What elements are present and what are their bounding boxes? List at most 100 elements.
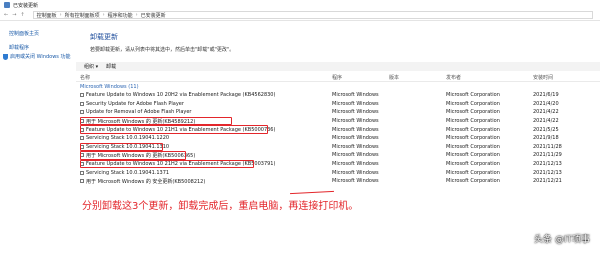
update-name-cell: 用于 Microsoft Windows 的 更新(KB4589212) xyxy=(76,118,332,125)
program-cell: Microsoft Windows xyxy=(332,118,379,125)
date-cell: 2021/4/22 xyxy=(533,118,559,125)
table-row[interactable]: 用于 Microsoft Windows 的 安全更新(KB5008212) Mi… xyxy=(76,177,600,186)
toolbar: 组织 ▾ 卸载 xyxy=(76,62,600,71)
update-name-text: Servicing Stack 10.0.19041.1310 xyxy=(86,143,170,150)
annotation-text: 分别卸载这3个更新，卸载完成后，重启电脑，再连接打印机。 xyxy=(82,201,359,212)
program-cell: Microsoft Windows xyxy=(332,161,379,168)
update-name-cell: Servicing Stack 10.0.19041.1220 xyxy=(76,135,332,141)
update-icon xyxy=(80,101,84,106)
table-row[interactable]: Servicing Stack 10.0.19041.1310 Microsoft… xyxy=(76,142,600,152)
organize-button[interactable]: 组织 ▾ xyxy=(84,63,98,70)
column-header-publisher[interactable]: 发布者 xyxy=(446,74,533,81)
publisher-cell: Microsoft Corporation xyxy=(446,92,500,99)
date-cell: 2021/12/13 xyxy=(533,161,562,168)
update-icon xyxy=(80,162,84,167)
date-cell: 2021/9/18 xyxy=(533,135,559,142)
program-cell: Microsoft Windows xyxy=(332,135,379,142)
update-icon xyxy=(80,119,84,124)
table-row[interactable]: Update for Removal of Adobe Flash Player… xyxy=(76,108,600,117)
sidebar-item-uninstall-program[interactable]: 卸载程序 xyxy=(9,44,29,51)
update-name-text: Feature Update to Windows 10 20H2 via En… xyxy=(86,92,276,99)
update-name-cell: Update for Removal of Adobe Flash Player xyxy=(76,109,332,115)
update-name-text: Security Update for Adobe Flash Player xyxy=(86,100,184,107)
table-row[interactable]: Feature Update to Windows 10 20H2 via En… xyxy=(76,91,600,100)
program-cell: Microsoft Windows xyxy=(332,100,379,107)
table-row[interactable]: Servicing Stack 10.0.19041.1371 Microsoft… xyxy=(76,168,600,177)
update-name-text: 用于 Microsoft Windows 的 安全更新(KB5008212) xyxy=(86,178,206,185)
sidebar-item-label: 启用或关闭 Windows 功能 xyxy=(10,54,71,60)
update-icon xyxy=(80,110,84,115)
publisher-cell: Microsoft Corporation xyxy=(446,169,500,176)
shield-icon xyxy=(3,53,8,60)
program-cell: Microsoft Windows xyxy=(332,109,379,116)
publisher-cell: Microsoft Corporation xyxy=(446,143,500,150)
update-name-cell: 用于 Microsoft Windows 的 更新(KB5006365) xyxy=(76,152,332,159)
table-row[interactable]: 用于 Microsoft Windows 的 更新(KB4589212) Micr… xyxy=(76,116,600,126)
date-cell: 2021/11/29 xyxy=(533,152,562,159)
update-name-cell: Servicing Stack 10.0.19041.1371 xyxy=(76,170,332,176)
sidebar: 控制面板主页 卸载程序 启用或关闭 Windows 功能 xyxy=(0,22,76,259)
table-row[interactable]: Feature Update to Windows 10 21H1 via En… xyxy=(76,125,600,134)
program-cell: Microsoft Windows xyxy=(332,169,379,176)
table-body: Feature Update to Windows 10 20H2 via En… xyxy=(76,91,600,186)
updates-table: 名称 程序 版本 发布者 安装时间 Microsoft Windows (11)… xyxy=(76,73,600,186)
publisher-cell: Microsoft Corporation xyxy=(446,126,500,133)
uninstall-button[interactable]: 卸载 xyxy=(106,63,116,70)
breadcrumb-item[interactable]: 控制面板 xyxy=(37,12,57,19)
update-icon xyxy=(80,127,84,132)
update-name-text: Feature Update to Windows 10 21H1 via En… xyxy=(86,126,276,133)
window-titlebar: 已安装更新 xyxy=(0,0,600,10)
publisher-cell: Microsoft Corporation xyxy=(446,135,500,142)
table-row[interactable]: 用于 Microsoft Windows 的 更新(KB5006365) Micr… xyxy=(76,151,600,160)
update-icon xyxy=(80,144,84,149)
program-cell: Microsoft Windows xyxy=(332,92,379,99)
column-header-name[interactable]: 名称 xyxy=(76,74,332,81)
update-name-cell: Feature Update to Windows 10 21H1 via En… xyxy=(76,127,332,133)
program-cell: Microsoft Windows xyxy=(332,178,379,185)
sidebar-item-control-panel-home[interactable]: 控制面板主页 xyxy=(9,30,39,37)
update-name-cell: 用于 Microsoft Windows 的 安全更新(KB5008212) xyxy=(76,178,332,185)
update-name-text: 用于 Microsoft Windows 的 更新(KB4589212) xyxy=(86,118,196,125)
back-arrow-icon[interactable]: ← xyxy=(4,12,8,18)
column-header-version[interactable]: 版本 xyxy=(389,74,446,81)
update-icon xyxy=(80,93,84,98)
date-cell: 2021/12/13 xyxy=(533,169,562,176)
table-row[interactable]: Feature Update to Windows 10 21H2 via En… xyxy=(76,159,600,169)
update-name-cell: Servicing Stack 10.0.19041.1310 xyxy=(76,144,332,150)
main-content: 卸载更新 若要卸载更新，请从列表中将其选中，然后单击"卸载"或"更改"。 组织 … xyxy=(76,22,600,259)
update-icon xyxy=(80,170,84,175)
publisher-cell: Microsoft Corporation xyxy=(446,109,500,116)
update-name-text: Servicing Stack 10.0.19041.1220 xyxy=(86,135,170,142)
program-cell: Microsoft Windows xyxy=(332,126,379,133)
update-name-text: Update for Removal of Adobe Flash Player xyxy=(86,109,192,116)
update-icon xyxy=(80,179,84,184)
breadcrumb-item[interactable]: 所有控制面板项 xyxy=(65,12,100,19)
forward-arrow-icon[interactable]: → xyxy=(12,12,16,18)
breadcrumb-item[interactable]: 程序和功能 xyxy=(108,12,133,19)
breadcrumb[interactable]: 控制面板 › 所有控制面板项 › 程序和功能 › 已安装更新 xyxy=(32,11,593,19)
update-icon xyxy=(80,153,84,158)
sidebar-item-windows-features[interactable]: 启用或关闭 Windows 功能 xyxy=(3,53,71,60)
date-cell: 2021/4/20 xyxy=(533,100,559,107)
address-bar: ← → ↑ 控制面板 › 所有控制面板项 › 程序和功能 › 已安装更新 xyxy=(0,10,600,21)
date-cell: 2021/6/19 xyxy=(533,92,559,99)
group-header[interactable]: Microsoft Windows (11) xyxy=(76,82,600,91)
up-arrow-icon[interactable]: ↑ xyxy=(20,12,24,18)
update-name-cell: Security Update for Adobe Flash Player xyxy=(76,101,332,107)
breadcrumb-item[interactable]: 已安装更新 xyxy=(141,12,166,19)
watermark: 头条 @IT项事 xyxy=(533,235,590,245)
breadcrumb-separator-icon: › xyxy=(102,12,105,18)
update-name-cell: Feature Update to Windows 10 20H2 via En… xyxy=(76,92,332,98)
page-description: 若要卸载更新，请从列表中将其选中，然后单击"卸载"或"更改"。 xyxy=(90,47,235,53)
publisher-cell: Microsoft Corporation xyxy=(446,152,500,159)
program-cell: Microsoft Windows xyxy=(332,152,379,159)
annotation-underline xyxy=(290,190,334,195)
publisher-cell: Microsoft Corporation xyxy=(446,178,500,185)
publisher-cell: Microsoft Corporation xyxy=(446,118,500,125)
update-name-cell: Feature Update to Windows 10 21H2 via En… xyxy=(76,161,332,167)
table-row[interactable]: Servicing Stack 10.0.19041.1220 Microsoft… xyxy=(76,134,600,143)
column-header-date[interactable]: 安装时间 xyxy=(533,74,593,81)
column-header-program[interactable]: 程序 xyxy=(332,74,389,81)
breadcrumb-separator-icon: › xyxy=(135,12,138,18)
table-row[interactable]: Security Update for Adobe Flash Player Mi… xyxy=(76,100,600,109)
